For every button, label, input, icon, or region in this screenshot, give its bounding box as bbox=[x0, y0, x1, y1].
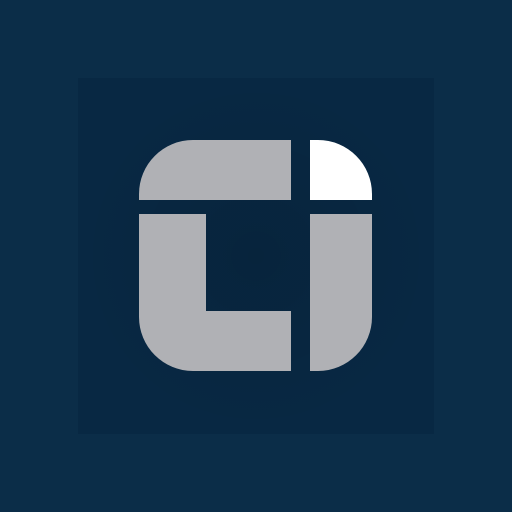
logo-top-left-segment bbox=[139, 140, 291, 200]
icon-canvas bbox=[0, 0, 512, 512]
logo-top-right-white-segment bbox=[310, 140, 372, 200]
logo-right-segment bbox=[310, 214, 372, 371]
logo-left-l-segment bbox=[139, 214, 291, 371]
square-split-logo-icon bbox=[139, 140, 372, 371]
